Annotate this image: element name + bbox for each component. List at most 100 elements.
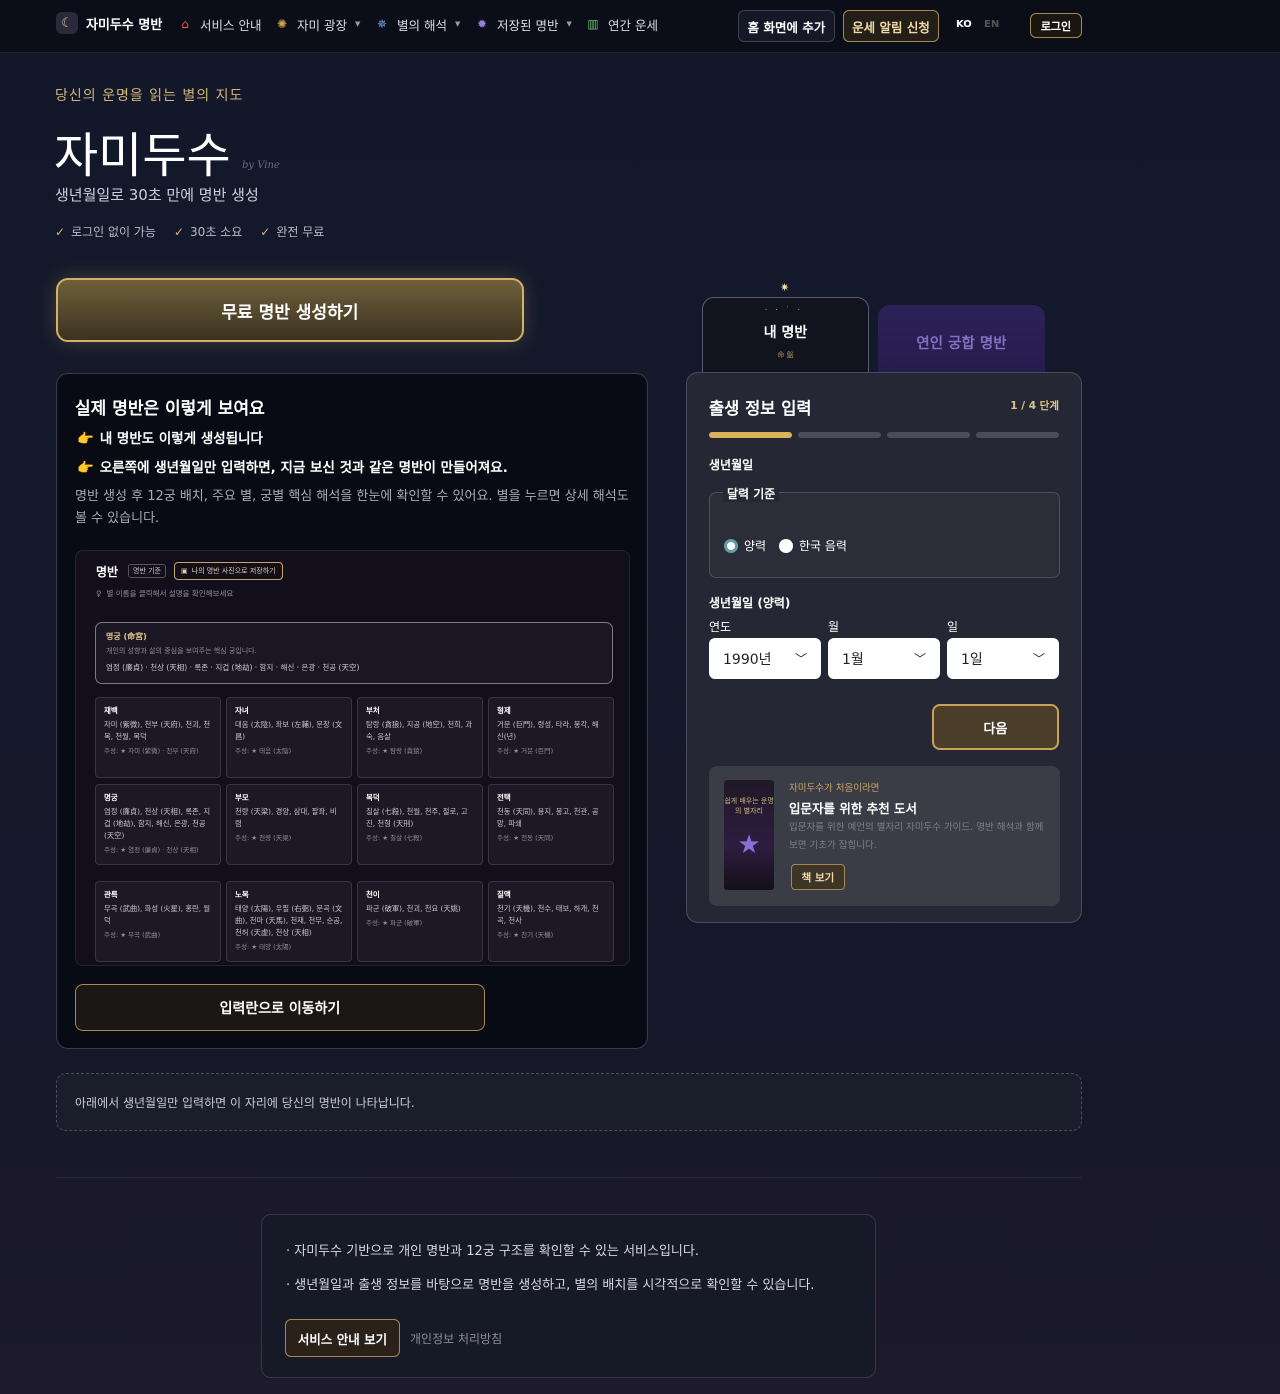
check-item: ✓ 완전 무료	[260, 225, 325, 239]
palace-name: 명궁	[104, 793, 118, 802]
birth-date-label: 생년월일	[709, 458, 754, 472]
nav-item-label: 연간 운세	[608, 17, 658, 33]
palace-cell[interactable]: 자녀 대음 (太陰), 좌보 (左輔), 문창 (文昌) 주성: ★ 태음 (太陰)	[226, 697, 352, 778]
nav-star-interpretation[interactable]: ✵ 별의 해석 ▼	[372, 14, 460, 34]
palace-cell[interactable]: 노복 태양 (太陽), 우필 (右弼), 문곡 (文曲), 천마 (天馬), 천재…	[226, 881, 352, 962]
nav-item-label: 서비스 안내	[200, 17, 262, 33]
free-chart-generate-button[interactable]: 무료 명반 생성하기	[56, 278, 524, 342]
palace-name: 관록	[104, 890, 118, 899]
view-book-button[interactable]: 책 보기	[791, 864, 845, 890]
top-nav: ☾ 자미두수 명반 ⌂ 서비스 안내 ✺ 자미 광장 ▼ ✵ 별의 해석 ▼ ✹…	[0, 0, 1280, 53]
mock-hint: ♀ 별 이름을 클릭해서 설명을 확인해보세요	[96, 589, 234, 598]
saved-icon: ✹	[476, 17, 488, 31]
palace-cell[interactable]: 명궁염정 (廉貞), 천상 (天相), 록존, 지겁 (地劫), 함지, 해신,…	[95, 784, 221, 865]
palace-cell[interactable]: 관록 무곡 (武曲), 화성 (火星), 홍란, 월덕 주성: ★ 무곡 (武曲)	[95, 881, 221, 962]
palace-stars: 염정 (廉貞), 천상 (天相), 록존, 지겁 (地劫), 함지, 해신, 은…	[104, 807, 211, 840]
tab-sublabel: 命 盤	[777, 351, 794, 359]
palace-stars: 파군 (破軍), 천괴, 천요 (天姚)	[366, 904, 461, 913]
palace-cell[interactable]: 부모 천량 (天梁), 경양, 삼대, 팔좌, 비렴 주성: ★ 천량 (天梁)	[226, 784, 352, 865]
palace-cell[interactable]: 재백 자미 (紫微), 천부 (天府), 천괴, 천복, 천월, 복덕 주성: ★ …	[95, 697, 221, 778]
radio-solar[interactable]: 양력	[724, 537, 766, 554]
privacy-policy-link[interactable]: 개인정보 처리방침	[410, 1330, 502, 1347]
palace-main-star: 주성: ★ 칠살 (七殺)	[366, 834, 423, 842]
bulb-icon: ♀	[96, 589, 102, 598]
nav-saved-charts[interactable]: ✹ 저장된 명반 ▼	[472, 14, 572, 34]
service-guide-button[interactable]: 서비스 안내 보기	[285, 1319, 400, 1357]
nav-item-label: 별의 해석	[397, 17, 447, 33]
chart-preview-card: 실제 명반은 이렇게 보여요 👉 내 명반도 이렇게 생성됩니다 👉 오른쪽에 생년…	[56, 373, 648, 1049]
login-button[interactable]: 로그인	[1030, 13, 1082, 38]
palace-main-star: 주성: ★ 탐랑 (貪狼)	[366, 747, 423, 755]
palace-stars: 무곡 (武曲), 화성 (火星), 홍란, 월덕	[104, 904, 211, 925]
radio-lunar[interactable]: 한국 음력	[779, 537, 847, 554]
palace-stars: 자미 (紫微), 천부 (天府), 천괴, 천복, 천월, 복덕	[104, 720, 211, 741]
logo-link[interactable]: ☾ 자미두수 명반	[56, 12, 162, 34]
month-select[interactable]: 1월 ﹀	[828, 638, 940, 679]
lang-ko[interactable]: KO	[956, 19, 972, 30]
calendar-type-group: 달력 기준 양력 한국 음력	[709, 485, 1060, 578]
palace-name: 자녀	[235, 706, 249, 715]
palace-name: 노복	[235, 890, 249, 899]
palace-name: 천이	[366, 890, 380, 899]
nav-item-label: 자미 광장	[297, 17, 347, 33]
book-description: 입문자를 위한 예언의 별자리 자미두수 가이드. 명반 해석과 함께 보면 기…	[789, 822, 1044, 851]
hero-checklist: ✓ 로그인 없이 가능 ✓ 30초 소요 ✓ 완전 무료	[55, 223, 324, 240]
birth-info-form: 출생 정보 입력 1 / 4 단계 생년월일 달력 기준 양력 한국 음력 생년…	[686, 372, 1082, 923]
palace-stars: 염정 (廉貞) · 천상 (天相) · 록존 · 지겁 (地劫) · 함지 · …	[106, 663, 360, 672]
palace-cell[interactable]: 전택 천동 (天同), 용지, 봉고, 천관, 공망, 파쇄 주성: ★ 천동 (天…	[488, 784, 614, 865]
check-item: ✓ 30초 소요	[173, 225, 243, 239]
palace-name: 명궁 (命宮)	[106, 632, 147, 641]
palace-cell[interactable]: 복덕 칠살 (七殺), 천월, 천주, 절로, 고진, 천형 (天刑) 주성: ★ …	[357, 784, 483, 865]
mock-basis-tag: 명반 기준	[128, 564, 166, 578]
logo-label: 자미두수 명반	[86, 17, 163, 33]
palace-name: 복덕	[366, 793, 380, 802]
hero-title: 자미두수	[54, 128, 231, 184]
preview-line-1: 👉 내 명반도 이렇게 생성됩니다	[77, 431, 263, 447]
check-item: ✓ 로그인 없이 가능	[55, 225, 156, 239]
fortune-alert-button[interactable]: 운세 알림 신청	[843, 10, 939, 42]
year-select[interactable]: 1990년 ﹀	[709, 638, 821, 679]
chevron-down-icon: ﹀	[913, 652, 926, 666]
palace-cell[interactable]: 부처 탐랑 (貪狼), 지공 (地空), 천희, 과숙, 음살 주성: ★ 탐랑 (…	[357, 697, 483, 778]
palace-stars: 천기 (天機), 천수, 태보, 하개, 천곡, 천사	[497, 904, 599, 925]
day-label: 일	[947, 620, 959, 634]
palace-main-star: 주성: ★ 태음 (太陰)	[235, 747, 292, 755]
form-title: 출생 정보 입력	[709, 399, 812, 418]
add-home-button[interactable]: 홈 화면에 추가	[738, 10, 835, 42]
palace-cell[interactable]: 질액 천기 (天機), 천수, 태보, 하개, 천곡, 천사 주성: ★ 천기 (天…	[488, 881, 614, 962]
step-indicator: 1 / 4 단계	[1010, 400, 1059, 412]
palace-main-star: 주성: ★ 천기 (天機)	[497, 931, 554, 939]
day-select[interactable]: 1일 ﹀	[947, 638, 1059, 679]
lang-en[interactable]: EN	[984, 19, 999, 30]
divider	[56, 1177, 1082, 1178]
footer-point-1: · 자미두수 기반으로 개인 명반과 12궁 구조를 확인할 수 있는 서비스입…	[286, 1244, 699, 1259]
hero-description: 생년월일로 30초 만에 명반 생성	[55, 186, 259, 204]
hero-by: by Vine	[242, 160, 280, 171]
tab-my-chart[interactable]: · · ˙ · 내 명반 命 盤	[702, 297, 869, 377]
sparkle-icon: ✷	[780, 281, 790, 294]
book-title: 입문자를 위한 추천 도서	[789, 801, 918, 816]
tab-couple-chart[interactable]: 연인 궁합 명반	[878, 305, 1045, 380]
palace-cell[interactable]: 천이 파군 (破軍), 천괴, 천요 (天姚) 주성: ★ 파군 (破軍)	[357, 881, 483, 962]
nav-jami-plaza[interactable]: ✺ 자미 광장 ▼	[272, 14, 360, 34]
palace-name: 전택	[497, 793, 511, 802]
caret-down-icon: ▼	[354, 20, 361, 28]
nav-service-guide[interactable]: ⌂ 서비스 안내	[175, 14, 261, 34]
check-icon: ✓	[55, 225, 66, 239]
book-recommendation: 쉽게 배우는 운명의 별자리 ★ 자미두수가 처음이라면 입문자를 위한 추천 도…	[709, 766, 1060, 906]
caret-down-icon: ▼	[566, 20, 572, 28]
palace-cell[interactable]: 형제 거문 (巨門), 령성, 타라, 봉각, 해신(년) 주성: ★ 거문 (巨門…	[488, 697, 614, 778]
chevron-down-icon: ﹀	[1032, 652, 1045, 666]
palace-main-star: 주성: ★ 자미 (紫微) · 천부 (天府)	[104, 747, 199, 755]
palace-stars: 탐랑 (貪狼), 지공 (地空), 천희, 과숙, 음살	[366, 720, 473, 741]
book-cover-image[interactable]: 쉽게 배우는 운명의 별자리 ★	[724, 780, 774, 890]
palace-stars: 거문 (巨門), 령성, 타라, 봉각, 해신(년)	[497, 720, 599, 741]
year-label: 연도	[709, 620, 732, 634]
preview-description: 명반 생성 후 12궁 배치, 주요 별, 궁별 핵심 해석을 한눈에 확인할 …	[75, 489, 629, 526]
mock-save-photo-button: ▣ 나의 명반 사진으로 저장하기	[174, 562, 283, 580]
footer-info-card: · 자미두수 기반으로 개인 명반과 12궁 구조를 확인할 수 있는 서비스입…	[261, 1214, 876, 1378]
go-to-input-button[interactable]: 입력란으로 이동하기	[75, 984, 485, 1031]
nav-annual-fortune[interactable]: ▥ 연간 운세	[583, 14, 658, 34]
next-button[interactable]: 다음	[932, 704, 1059, 750]
chevron-down-icon: ﹀	[794, 652, 807, 666]
